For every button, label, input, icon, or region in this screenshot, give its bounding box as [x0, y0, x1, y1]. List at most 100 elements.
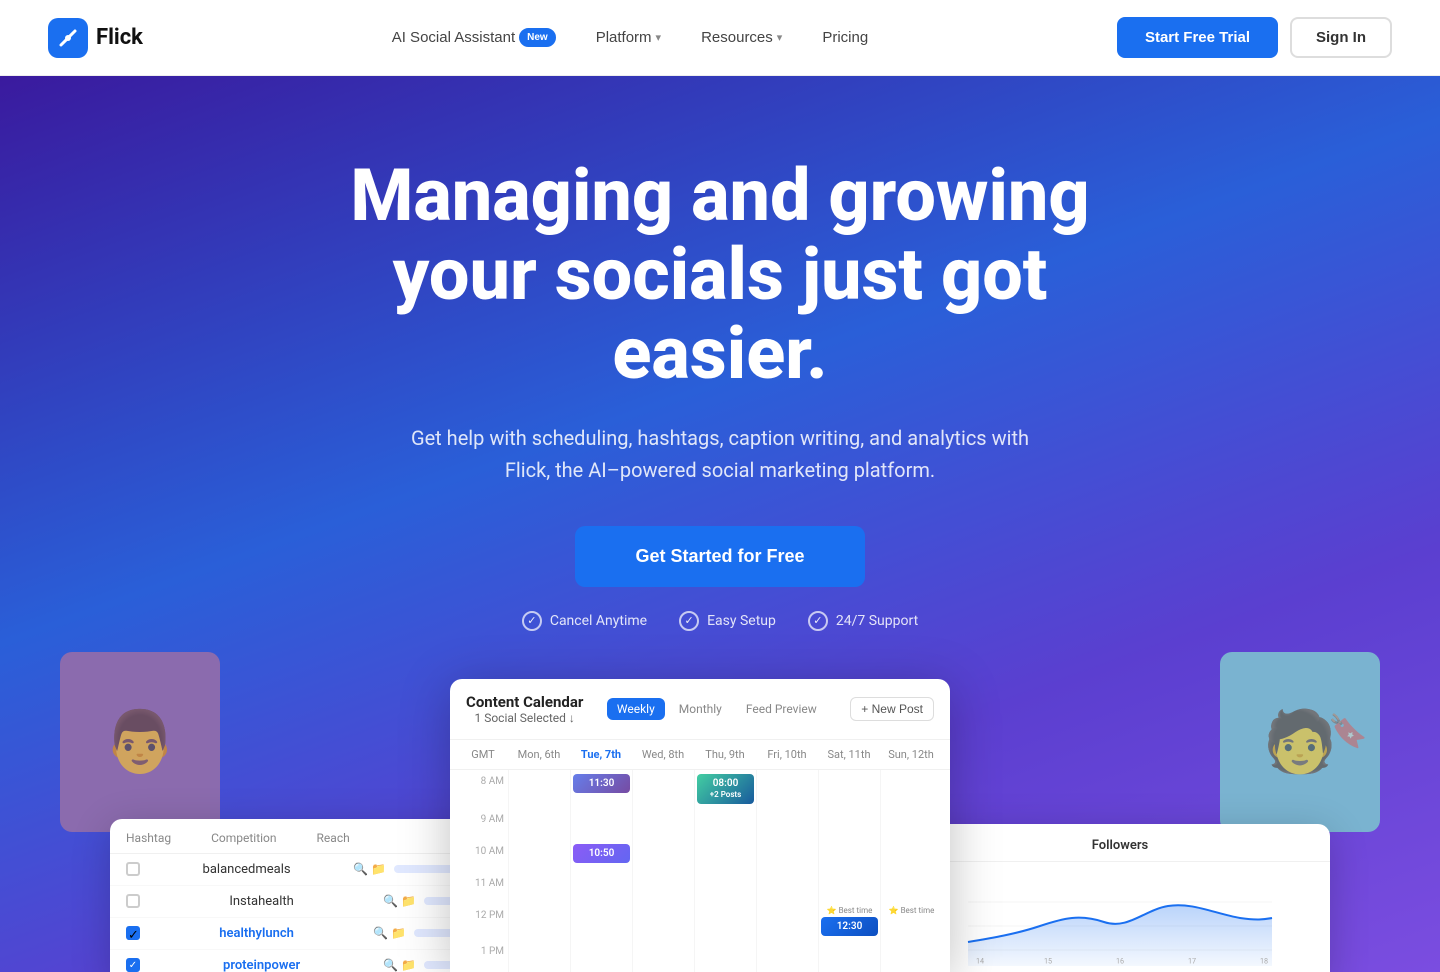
calendar-cell: [756, 808, 818, 840]
calendar-cell: [818, 770, 880, 808]
brand-name: Flick: [96, 25, 143, 50]
hero-title: Managing and growing your socials just g…: [310, 156, 1130, 394]
calendar-cell: [756, 770, 818, 808]
new-post-button[interactable]: + New Post: [850, 697, 934, 721]
bookmark-icon: 🔖: [1328, 712, 1368, 750]
calendar-cell: [508, 940, 570, 972]
hashtag-checkbox[interactable]: [126, 862, 140, 876]
calendar-cell: [632, 904, 694, 940]
calendar-post[interactable]: 08:00+2 Posts: [697, 774, 754, 804]
hashtag-panel: Hashtag Competition Reach balancedmeals …: [110, 819, 490, 972]
hashtag-header: Hashtag Competition Reach: [110, 819, 490, 854]
check-icon: ✓: [522, 611, 542, 631]
calendar-cell: [694, 840, 756, 872]
calendar-post[interactable]: 10:50: [573, 844, 630, 863]
calendar-cell: [632, 940, 694, 972]
hashtag-checkbox[interactable]: ✓: [126, 926, 140, 940]
badge-setup: ✓ Easy Setup: [679, 611, 776, 631]
brand-logo[interactable]: Flick: [48, 18, 143, 58]
tab-monthly[interactable]: Monthly: [669, 698, 732, 720]
screenshots-row: Hashtag Competition Reach balancedmeals …: [40, 679, 1400, 972]
get-started-button[interactable]: Get Started for Free: [575, 526, 864, 587]
calendar-cell: [632, 808, 694, 840]
nav-links: AI Social Assistant New Platform ▾ Resou…: [376, 20, 884, 55]
profile-image-left: 👨: [60, 652, 220, 832]
calendar-cell: [694, 904, 756, 940]
svg-text:14: 14: [976, 956, 984, 965]
calendar-cell: [818, 872, 880, 904]
hero-badges: ✓ Cancel Anytime ✓ Easy Setup ✓ 24/7 Sup…: [522, 611, 918, 631]
analytics-panel: Followers: [910, 824, 1330, 972]
calendar-cell: [508, 840, 570, 872]
calendar-cell: [880, 808, 942, 840]
calendar-post[interactable]: 11:30: [573, 774, 630, 793]
calendar-cell: [508, 872, 570, 904]
calendar-post[interactable]: 12:30: [821, 917, 878, 936]
calendar-cell: [632, 840, 694, 872]
calendar-cell: 11:30: [570, 770, 632, 808]
calendar-grid-header: GMT Mon, 6th Tue, 7th Wed, 8th Thu, 9th …: [450, 740, 950, 770]
profile-avatar-left: 👨: [60, 652, 220, 832]
calendar-tabs: Weekly Monthly Feed Preview: [607, 698, 827, 720]
hero-section: Managing and growing your socials just g…: [0, 76, 1440, 972]
calendar-cell: [880, 872, 942, 904]
calendar-cell: [694, 872, 756, 904]
hero-subtitle: Get help with scheduling, hashtags, capt…: [390, 422, 1050, 486]
calendar-cell: [508, 808, 570, 840]
calendar-cell: [570, 904, 632, 940]
chevron-down-icon: ▾: [656, 31, 662, 44]
calendar-cell: [818, 940, 880, 972]
nav-pricing[interactable]: Pricing: [806, 21, 884, 54]
check-icon: ✓: [679, 611, 699, 631]
profile-image-right: 🧑 🔖: [1220, 652, 1380, 832]
calendar-cell: [756, 904, 818, 940]
hashtag-row: ✓ healthylunch 🔍 📁: [110, 918, 490, 950]
nav-platform[interactable]: Platform ▾: [580, 21, 677, 54]
calendar-cell: 08:00+2 Posts: [694, 770, 756, 808]
nav-resources[interactable]: Resources ▾: [685, 21, 798, 54]
calendar-cell: [818, 840, 880, 872]
svg-text:18: 18: [1260, 956, 1268, 965]
hashtag-row: ✓ proteinpower 🔍 📁: [110, 950, 490, 972]
badge-support: ✓ 24/7 Support: [808, 611, 918, 631]
calendar-cell: [880, 770, 942, 808]
svg-text:17: 17: [1188, 956, 1196, 965]
calendar-cell: [880, 940, 942, 972]
calendar-cell: [756, 840, 818, 872]
chevron-down-icon: ▾: [777, 31, 783, 44]
sign-in-button[interactable]: Sign In: [1290, 17, 1392, 58]
hashtag-row: balancedmeals 🔍 📁: [110, 854, 490, 886]
check-icon: ✓: [808, 611, 828, 631]
calendar-cell: ⭐ Best time: [880, 904, 942, 940]
analytics-header: Followers: [910, 824, 1330, 862]
calendar-cell: [570, 940, 632, 972]
hashtag-row: Instahealth 🔍 📁: [110, 886, 490, 918]
calendar-cell: [632, 770, 694, 808]
calendar-cell: ⭐ Best time 12:30: [818, 904, 880, 940]
tab-feed-preview[interactable]: Feed Preview: [736, 698, 827, 720]
svg-text:15: 15: [1044, 956, 1052, 965]
calendar-cell: [818, 808, 880, 840]
hashtag-checkbox[interactable]: ✓: [126, 958, 140, 972]
nav-actions: Start Free Trial Sign In: [1117, 17, 1392, 58]
svg-text:16: 16: [1116, 956, 1124, 965]
calendar-cell: [880, 840, 942, 872]
calendar-cell: [570, 872, 632, 904]
content-calendar: Content Calendar 1 Social Selected ↓ Wee…: [450, 679, 950, 972]
calendar-cell: [694, 808, 756, 840]
nav-social-assistant[interactable]: AI Social Assistant New: [376, 20, 572, 55]
start-free-trial-button[interactable]: Start Free Trial: [1117, 17, 1278, 58]
calendar-cell: [508, 904, 570, 940]
calendar-grid-body: 8 AM 11:30 08:00+2 Posts 9 AM: [450, 770, 950, 972]
calendar-cell: [756, 940, 818, 972]
calendar-header: Content Calendar 1 Social Selected ↓ Wee…: [450, 679, 950, 740]
calendar-cell: [508, 770, 570, 808]
calendar-cell: [756, 872, 818, 904]
badge-cancel: ✓ Cancel Anytime: [522, 611, 647, 631]
tab-weekly[interactable]: Weekly: [607, 698, 665, 720]
logo-icon: [48, 18, 88, 58]
followers-chart-svg: 14 15 16 17 18: [926, 878, 1314, 966]
hashtag-checkbox[interactable]: [126, 894, 140, 908]
calendar-cell: [570, 808, 632, 840]
navbar: Flick AI Social Assistant New Platform ▾…: [0, 0, 1440, 76]
